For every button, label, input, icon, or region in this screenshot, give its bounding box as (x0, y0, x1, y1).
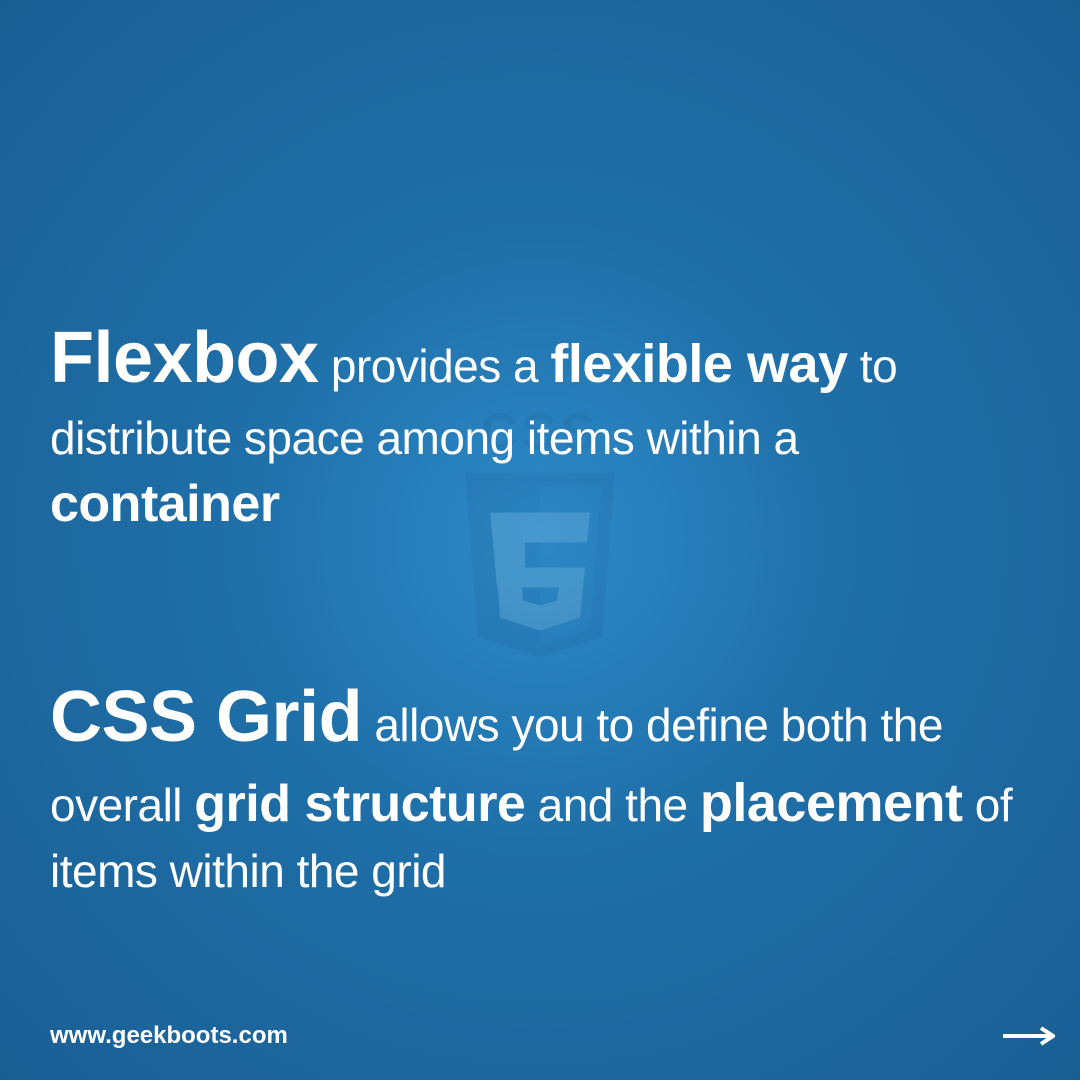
text-segment: and the (525, 779, 700, 831)
text-segment: flexible way (550, 334, 847, 394)
text-segment: provides a (319, 340, 551, 392)
footer: www.geekboots.com (50, 1022, 1055, 1050)
arrow-right-icon (1003, 1026, 1055, 1046)
text-segment: grid structure (194, 775, 525, 833)
text-segment: container (50, 475, 280, 533)
main-content: Flexbox provides a flexible way to distr… (50, 310, 1040, 902)
footer-url: www.geekboots.com (50, 1022, 288, 1050)
text-segment: CSS Grid (50, 677, 362, 757)
text-segment: Flexbox (50, 318, 319, 398)
cssgrid-description: CSS Grid allows you to define both the o… (50, 669, 1040, 901)
flexbox-description: Flexbox provides a flexible way to distr… (50, 310, 1040, 539)
text-segment: placement (700, 773, 963, 833)
